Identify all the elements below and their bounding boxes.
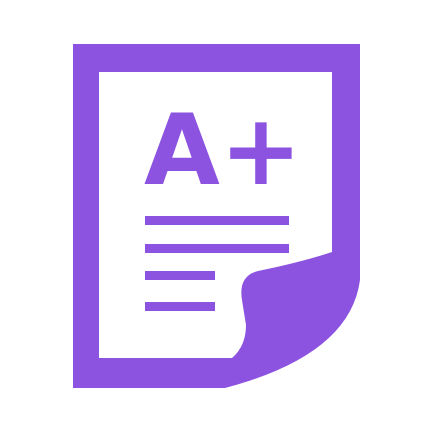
text-line-1 — [145, 216, 289, 225]
icon-canvas: A+ — [0, 0, 434, 434]
graded-document-icon: A+ — [73, 44, 360, 388]
grade-label: A+ — [144, 94, 302, 208]
text-line-2 — [145, 244, 289, 253]
text-line-4 — [145, 302, 215, 311]
text-line-3 — [145, 271, 215, 280]
